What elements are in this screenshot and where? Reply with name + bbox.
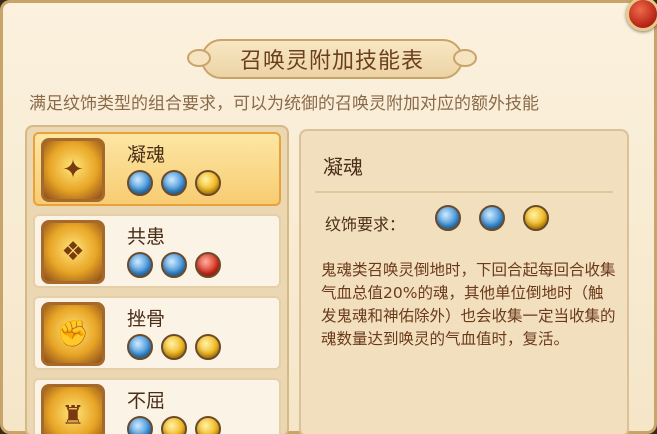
skill-table-panel: 召唤灵附加技能表 满足纹饰类型的组合要求，可以为统御的召唤灵附加对应的额外技能 …: [0, 0, 657, 434]
gold-gem-icon: [195, 170, 221, 196]
red-gem-icon: [195, 252, 221, 278]
blue-gem-icon: [435, 205, 461, 231]
skill-item-ninghun[interactable]: ✦ 凝魂: [33, 132, 281, 206]
gem-row: [127, 170, 221, 196]
skill-item-cuogu[interactable]: ✊ 挫骨: [33, 296, 281, 370]
warrior-icon: ♜: [41, 384, 105, 434]
ornament-left: [187, 49, 211, 67]
blue-gem-icon: [127, 252, 153, 278]
gem-row: [127, 252, 221, 278]
skill-description: 鬼魂类召唤灵倒地时，下回合起每回合收集气血总值20%的魂，其他单位倒地时（触发鬼…: [321, 261, 616, 348]
requirement-gems: [435, 205, 549, 231]
gold-gem-icon: [195, 416, 221, 434]
subtitle: 满足纹饰类型的组合要求，可以为统御的召唤灵附加对应的额外技能: [29, 94, 539, 114]
close-button[interactable]: [626, 0, 657, 31]
blue-gem-icon: [479, 205, 505, 231]
blue-gem-icon: [161, 170, 187, 196]
gold-gem-icon: [161, 416, 187, 434]
detail-skill-name: 凝魂: [323, 155, 363, 179]
skill-detail-panel: 凝魂 纹饰要求： 鬼魂类召唤灵倒地时，下回合起每回合收集气血总值20%的魂，其他…: [299, 129, 629, 434]
divider: [315, 191, 613, 193]
blue-gem-icon: [127, 170, 153, 196]
skill-list[interactable]: ✦ 凝魂 ❖ 共患 ✊ 挫骨 ♜ 不屈: [25, 125, 289, 434]
blue-gem-icon: [161, 252, 187, 278]
page-title: 召唤灵附加技能表: [239, 49, 424, 74]
requirement-label: 纹饰要求：: [325, 215, 406, 234]
fist-strike-icon: ✊: [41, 302, 105, 366]
soul-orb-icon: ✦: [41, 138, 105, 202]
skill-name: 共患: [127, 226, 166, 248]
skill-item-gonghuan[interactable]: ❖ 共患: [33, 214, 281, 288]
golden-hands-icon: ❖: [41, 220, 105, 284]
ornament-right: [453, 49, 477, 67]
gold-gem-icon: [161, 334, 187, 360]
gold-gem-icon: [523, 205, 549, 231]
skill-name: 挫骨: [127, 308, 166, 330]
skill-name: 不屈: [127, 390, 166, 412]
skill-item-buqu[interactable]: ♜ 不屈: [33, 378, 281, 434]
gem-row: [127, 334, 221, 360]
skill-name: 凝魂: [127, 144, 166, 166]
gold-gem-icon: [195, 334, 221, 360]
gem-row: [127, 416, 221, 434]
blue-gem-icon: [127, 334, 153, 360]
blue-gem-icon: [127, 416, 153, 434]
title-banner: 召唤灵附加技能表: [187, 39, 477, 79]
